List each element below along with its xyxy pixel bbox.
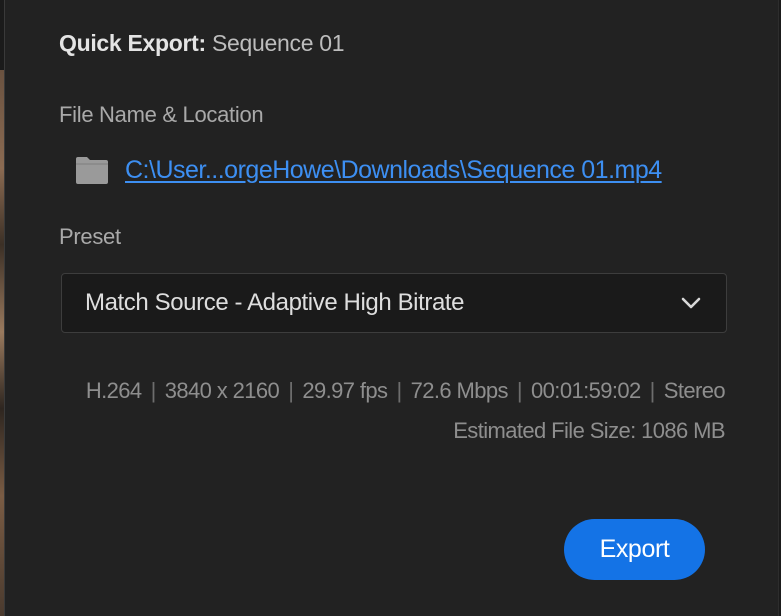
spec-separator: | — [516, 378, 523, 403]
resolution-value: 3840 x 2160 — [164, 378, 280, 403]
dialog-title-label: Quick Export: — [59, 30, 206, 56]
folder-icon — [76, 157, 108, 184]
export-specs: H.264 | 3840 x 2160 | 29.97 fps | 72.6 M… — [85, 378, 726, 404]
codec-value: H.264 — [85, 378, 142, 403]
estimated-file-size: Estimated File Size: 1086 MB — [453, 418, 725, 443]
spec-separator: | — [150, 378, 157, 403]
output-file-path-link[interactable]: C:\User...orgeHowe\Downloads\Sequence 01… — [125, 156, 662, 185]
quick-export-panel: Quick Export: Sequence 01 File Name & Lo… — [4, 0, 779, 616]
preset-selected-value: Match Source - Adaptive High Bitrate — [85, 289, 465, 316]
file-location-row: C:\User...orgeHowe\Downloads\Sequence 01… — [75, 150, 662, 190]
dialog-title: Quick Export: Sequence 01 — [59, 30, 345, 57]
bitrate-value: 72.6 Mbps — [410, 378, 509, 403]
audio-value: Stereo — [663, 378, 726, 403]
export-button[interactable]: Export — [564, 519, 705, 580]
frame-rate-value: 29.97 fps — [302, 378, 388, 403]
preset-dropdown[interactable]: Match Source - Adaptive High Bitrate — [61, 273, 727, 333]
chevron-down-icon — [681, 297, 701, 309]
spec-separator: | — [288, 378, 294, 403]
duration-value: 00:01:59:02 — [531, 378, 641, 403]
spec-separator: | — [396, 378, 402, 403]
file-location-label: File Name & Location — [59, 102, 264, 127]
sequence-name: Sequence 01 — [212, 30, 345, 56]
spec-separator: | — [649, 378, 656, 403]
preset-label: Preset — [59, 224, 121, 249]
